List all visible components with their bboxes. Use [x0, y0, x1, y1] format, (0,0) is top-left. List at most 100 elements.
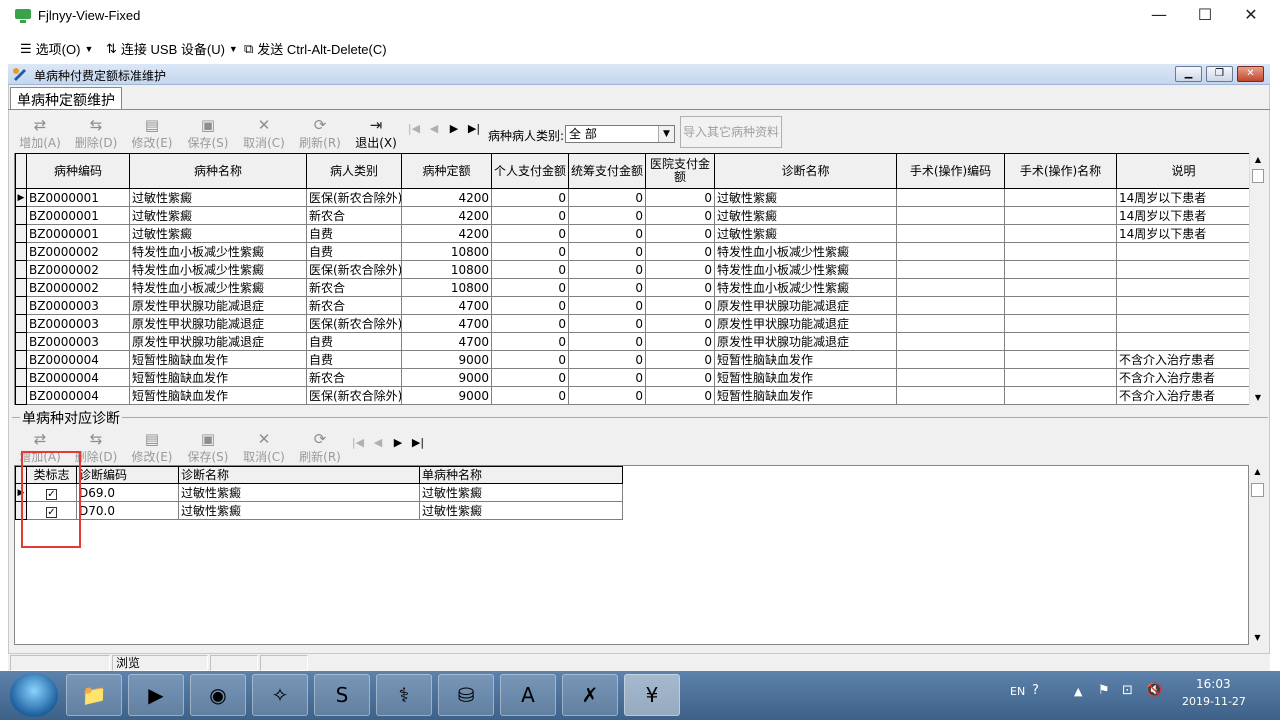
maximize-button[interactable]: ☐	[1182, 0, 1228, 32]
tools-icon[interactable]: ✗	[562, 674, 618, 716]
cancel-diagnosis-button[interactable]: ✕ 取消(C)	[236, 430, 292, 466]
table-cell[interactable]: 原发性甲状腺功能减退症	[129, 332, 307, 351]
col-header[interactable]: 病种定额	[401, 153, 492, 189]
diagnosis-scrollbar[interactable]: ▲ ▼	[1249, 465, 1266, 645]
table-cell[interactable]: 新农合	[306, 278, 402, 297]
table-row[interactable]: BZ0000002 特发性血小板减少性紫癜 新农合 10800 0 0 0 特发性血小板减少性…	[15, 278, 1249, 297]
doctor-app-icon[interactable]: ⚕	[376, 674, 432, 716]
first-record-icon[interactable]: |◀	[348, 436, 368, 454]
table-row[interactable]: BZ0000004 短暂性脑缺血发作 新农合 9000 0 0 0 短暂性脑缺血发作 不含介入治…	[15, 368, 1249, 387]
table-cell[interactable]: 特发性血小板减少性紫癜	[714, 278, 897, 297]
table-cell[interactable]: 过敏性紫癜	[129, 206, 307, 225]
table-cell[interactable]: 特发性血小板减少性紫癜	[714, 242, 897, 261]
table-cell[interactable]: 0	[645, 188, 715, 207]
col-header[interactable]: 说明	[1116, 153, 1249, 189]
table-cell[interactable]: 过敏性紫癜	[178, 483, 420, 502]
row-indicator[interactable]	[15, 386, 27, 405]
app-close-button[interactable]: ✕	[1237, 66, 1264, 82]
table-cell[interactable]	[1116, 242, 1249, 261]
language-indicator[interactable]: EN	[1010, 685, 1025, 720]
table-cell[interactable]	[896, 224, 1005, 243]
table-cell[interactable]	[896, 206, 1005, 225]
row-indicator[interactable]	[15, 278, 27, 297]
table-cell[interactable]: 0	[491, 224, 569, 243]
table-cell[interactable]	[896, 242, 1005, 261]
col-header[interactable]: 诊断编码	[76, 466, 179, 484]
table-cell[interactable]: 0	[491, 350, 569, 369]
start-button[interactable]	[10, 673, 58, 717]
table-cell[interactable]: 0	[645, 206, 715, 225]
table-cell[interactable]: 短暂性脑缺血发作	[714, 386, 897, 405]
chrome-icon[interactable]: ◉	[190, 674, 246, 716]
table-cell[interactable]: 0	[491, 314, 569, 333]
table-cell[interactable]: 自费	[306, 224, 402, 243]
last-record-icon[interactable]: ▶|	[464, 122, 484, 140]
table-cell[interactable]: 短暂性脑缺血发作	[714, 368, 897, 387]
table-cell[interactable]: 9000	[401, 386, 492, 405]
table-cell[interactable]: 0	[645, 242, 715, 261]
prev-record-icon[interactable]: ◀	[424, 122, 444, 140]
scroll-thumb[interactable]	[1251, 483, 1264, 497]
network-icon[interactable]: ⊡	[1122, 683, 1133, 720]
table-cell[interactable]: 0	[645, 314, 715, 333]
table-cell[interactable]: 4200	[401, 206, 492, 225]
table-cell[interactable]: 0	[568, 242, 646, 261]
table-row[interactable]: BZ0000003 原发性甲状腺功能减退症 医保(新农合除外) 4700 0 0 0 原发性甲…	[15, 314, 1249, 333]
row-indicator[interactable]	[15, 368, 27, 387]
table-cell[interactable]: 9000	[401, 350, 492, 369]
table-cell[interactable]: 自费	[306, 332, 402, 351]
edit-button[interactable]: ▤ 修改(E)	[124, 116, 180, 152]
row-indicator[interactable]	[15, 260, 27, 279]
first-record-icon[interactable]: |◀	[404, 122, 424, 140]
table-cell[interactable]: 0	[491, 296, 569, 315]
table-cell[interactable]	[1004, 188, 1117, 207]
table-row[interactable]: ✓ D70.0 过敏性紫癜 过敏性紫癜	[15, 501, 623, 520]
table-cell[interactable]: 不含介入治疗患者	[1116, 386, 1249, 405]
col-header[interactable]: 个人支付金额	[491, 153, 569, 189]
table-cell[interactable]	[896, 314, 1005, 333]
table-cell[interactable]	[1116, 314, 1249, 333]
add-button[interactable]: ⇄ 增加(A)	[12, 116, 68, 152]
table-cell[interactable]: BZ0000002	[26, 278, 130, 297]
speaker-muted-icon[interactable]: 🔇	[1146, 683, 1162, 720]
patient-category-select[interactable]: 全 部 ▼	[565, 125, 675, 143]
table-cell[interactable]: 过敏性紫癜	[178, 501, 420, 520]
table-cell[interactable]: BZ0000003	[26, 314, 130, 333]
table-cell[interactable]: 不含介入治疗患者	[1116, 368, 1249, 387]
document-icon[interactable]: A	[500, 674, 556, 716]
table-cell[interactable]: 0	[568, 224, 646, 243]
table-cell[interactable]: 短暂性脑缺血发作	[129, 350, 307, 369]
refresh-button[interactable]: ⟳ 刷新(R)	[292, 116, 348, 152]
app-minimize-button[interactable]: ▁	[1175, 66, 1202, 82]
table-cell[interactable]: 4700	[401, 332, 492, 351]
table-row[interactable]: BZ0000002 特发性血小板减少性紫癜 医保(新农合除外) 10800 0 0 0 特发性…	[15, 260, 1249, 279]
row-indicator[interactable]: ▶	[15, 188, 27, 207]
table-row[interactable]: BZ0000001 过敏性紫癜 自费 4200 0 0 0 过敏性紫癜 14周岁以下患者	[15, 224, 1249, 243]
table-cell[interactable]: 14周岁以下患者	[1116, 206, 1249, 225]
table-cell[interactable]	[896, 368, 1005, 387]
table-cell[interactable]: 0	[645, 350, 715, 369]
options-menu[interactable]: ☰ 选项(O) ▼	[20, 39, 93, 58]
table-row[interactable]: ▶ BZ0000001 过敏性紫癜 医保(新农合除外) 4200 0 0 0 过敏性紫癜 14周岁…	[15, 188, 1249, 207]
table-cell[interactable]	[1004, 332, 1117, 351]
table-row[interactable]: BZ0000003 原发性甲状腺功能减退症 新农合 4700 0 0 0 原发性甲状腺功能减退…	[15, 296, 1249, 315]
table-cell[interactable]: 0	[491, 206, 569, 225]
save-diagnosis-button[interactable]: ▣ 保存(S)	[180, 430, 236, 466]
table-cell[interactable]	[1004, 386, 1117, 405]
table-cell[interactable]: 9000	[401, 368, 492, 387]
table-cell[interactable]	[896, 296, 1005, 315]
database-icon[interactable]: ⛁	[438, 674, 494, 716]
import-button[interactable]: 导入其它病种资料	[680, 116, 782, 148]
sql-icon[interactable]: S	[314, 674, 370, 716]
table-cell[interactable]: 原发性甲状腺功能减退症	[714, 314, 897, 333]
table-cell[interactable]: 医保(新农合除外)	[306, 260, 402, 279]
table-cell[interactable]: 0	[491, 386, 569, 405]
table-cell[interactable]	[896, 188, 1005, 207]
row-indicator[interactable]	[15, 242, 27, 261]
table-cell[interactable]: 14周岁以下患者	[1116, 224, 1249, 243]
row-indicator[interactable]	[15, 206, 27, 225]
table-row[interactable]: BZ0000003 原发性甲状腺功能减退症 自费 4700 0 0 0 原发性甲状腺功能减退症	[15, 332, 1249, 351]
table-cell[interactable]: 14周岁以下患者	[1116, 188, 1249, 207]
table-cell[interactable]: 新农合	[306, 296, 402, 315]
row-indicator[interactable]	[15, 350, 27, 369]
